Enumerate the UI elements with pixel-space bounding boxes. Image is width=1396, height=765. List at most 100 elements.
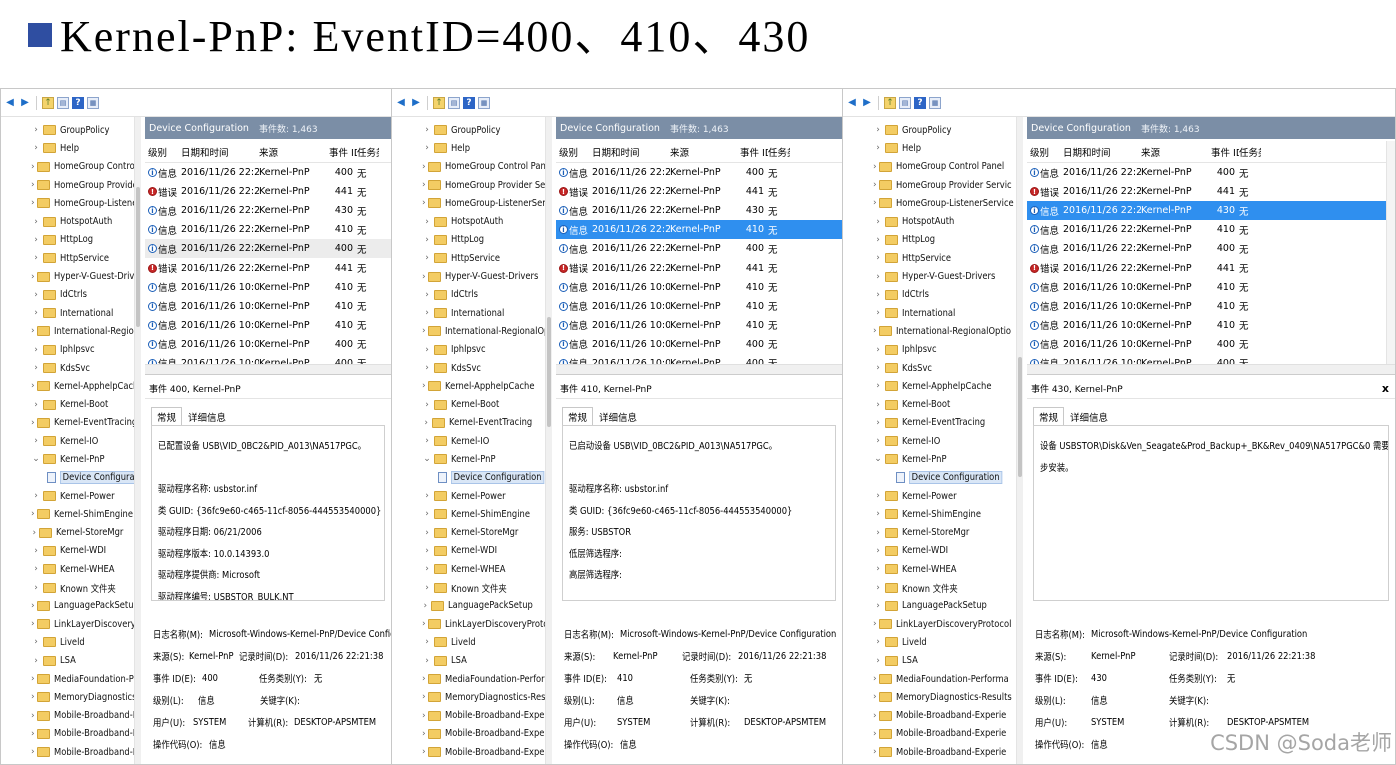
chevron-right-icon[interactable]: › (873, 180, 877, 190)
table-row[interactable]: i信息2016/11/26 10:00:54Kernel-PnP 410 无 (1027, 297, 1395, 316)
table-row[interactable]: !错误2016/11/26 22:21:38Kernel-PnP 441 无 (1027, 182, 1395, 201)
tree-item[interactable]: › Kernel-WHEA (873, 560, 1015, 578)
tree-item[interactable]: › International-RegionalOptio (31, 322, 141, 340)
chevron-right-icon[interactable]: › (31, 400, 41, 410)
tree-item[interactable]: › Kernel-Power (873, 487, 1015, 505)
table-row[interactable]: i信息2016/11/26 10:00:54Kernel-PnP 410 无 (145, 278, 391, 297)
tree-item[interactable]: › Kernel-WHEA (422, 560, 544, 578)
chevron-right-icon[interactable]: › (422, 637, 432, 647)
chevron-right-icon[interactable]: › (31, 235, 41, 245)
table-row[interactable]: i信息2016/11/26 10:00:54Kernel-PnP 410 无 (556, 278, 842, 297)
tree-item[interactable]: › MediaFoundation-Performa (422, 670, 552, 688)
chevron-right-icon[interactable]: › (31, 546, 41, 556)
table-row[interactable]: i信息2016/11/26 22:21:38Kernel-PnP 400 无 (1027, 239, 1395, 258)
chevron-right-icon[interactable]: › (422, 546, 432, 556)
table-row[interactable]: i信息2016/11/26 22:21:38Kernel-PnP 430 无 (556, 201, 842, 220)
tree-item[interactable]: › Mobile-Broadband-Experie (422, 725, 552, 743)
chevron-right-icon[interactable]: › (873, 747, 877, 757)
column-date-time[interactable]: 日期和时间 (181, 145, 259, 159)
chevron-down-icon[interactable]: ⌄ (873, 454, 883, 464)
chevron-right-icon[interactable]: › (873, 125, 883, 135)
tree-item[interactable]: › Kernel-StoreMgr (873, 524, 1015, 542)
tab-details[interactable]: 详细信息 (1064, 407, 1114, 425)
chevron-right-icon[interactable]: › (873, 198, 877, 208)
chevron-right-icon[interactable]: › (31, 637, 41, 647)
tree-item[interactable]: › Kernel-EventTracing (31, 414, 137, 432)
tree-item[interactable]: › HttpService (422, 249, 544, 267)
table-row[interactable]: i信息2016/11/26 22:21:38Kernel-PnP 430 无 (1027, 201, 1395, 221)
tree-scrollbar-thumb[interactable] (136, 187, 140, 327)
tree-item[interactable]: › Liveld (873, 633, 1015, 651)
tree-item[interactable]: › HomeGroup-ListenerService (873, 194, 1015, 212)
chevron-right-icon[interactable]: › (873, 583, 883, 593)
chevron-right-icon[interactable]: › (873, 546, 883, 556)
column-level[interactable]: 级别 (145, 145, 181, 159)
chevron-right-icon[interactable]: › (873, 637, 883, 647)
tab-general[interactable]: 常规 (151, 407, 183, 425)
column-source[interactable]: 来源 (259, 145, 329, 159)
tree-item[interactable]: › Help (873, 139, 1015, 157)
chevron-right-icon[interactable]: › (873, 564, 883, 574)
tree-item[interactable]: › HotspotAuth (873, 212, 1015, 230)
chevron-down-icon[interactable]: ⌄ (422, 454, 432, 464)
tree-item[interactable]: › HotspotAuth (422, 212, 544, 230)
column-level[interactable]: 级别 (1027, 145, 1063, 159)
chevron-right-icon[interactable]: › (31, 656, 41, 666)
column-task-category[interactable]: 任务类别 (1239, 145, 1261, 159)
tree-item[interactable]: › Kernel-StoreMgr (31, 524, 133, 542)
chevron-right-icon[interactable]: › (873, 400, 883, 410)
chevron-right-icon[interactable]: › (422, 272, 426, 282)
tree-item[interactable]: › Kernel-EventTracing (422, 414, 544, 432)
table-row[interactable]: !错误2016/11/26 22:21:38Kernel-PnP 441 无 (145, 258, 391, 277)
tree-item[interactable]: › Kernel-EventTracing (873, 414, 1015, 432)
chevron-right-icon[interactable]: › (873, 601, 883, 611)
table-row[interactable]: i信息2016/11/26 22:21:38Kernel-PnP 400 无 (556, 239, 842, 258)
chevron-right-icon[interactable]: › (31, 583, 41, 593)
chevron-right-icon[interactable]: › (422, 711, 426, 721)
tree-item[interactable]: › Mobile-Broadband-Experie (873, 725, 1015, 743)
chevron-right-icon[interactable]: › (873, 418, 883, 428)
tree-item[interactable]: › International (31, 304, 133, 322)
back-arrow-icon[interactable]: ◀ (846, 97, 858, 109)
tree-item[interactable]: › Kernel-ApphelpCache (873, 377, 1015, 395)
chevron-right-icon[interactable]: › (873, 509, 883, 519)
view-icon[interactable]: ▦ (929, 96, 941, 109)
tree-item[interactable]: › HomeGroup Provider Servic (873, 176, 1015, 194)
tree-item[interactable]: › HomeGroup Provider Servic (422, 176, 552, 194)
tree-item[interactable]: › Kernel-Power (31, 487, 133, 505)
table-row[interactable]: i信息2016/11/26 22:21:38Kernel-PnP 400 无 (1027, 163, 1395, 182)
chevron-right-icon[interactable]: › (422, 290, 432, 300)
tree-item[interactable]: › Liveld (422, 633, 544, 651)
chevron-right-icon[interactable]: › (31, 290, 41, 300)
chevron-right-icon[interactable]: › (31, 601, 35, 611)
chevron-right-icon[interactable]: › (31, 326, 35, 336)
tree-item[interactable]: › International-RegionalOptio (422, 322, 552, 340)
tree-scrollbar-thumb[interactable] (547, 317, 551, 427)
chevron-right-icon[interactable]: › (31, 491, 41, 501)
tree-item[interactable]: › LSA (422, 652, 544, 670)
tree-item[interactable]: › Kernel-Boot (873, 395, 1015, 413)
chevron-right-icon[interactable]: › (31, 509, 35, 519)
tree-item[interactable]: › Kernel-IO (422, 432, 544, 450)
table-row[interactable]: !错误2016/11/26 22:21:38Kernel-PnP 441 无 (1027, 258, 1395, 277)
help-icon[interactable]: ? (463, 96, 475, 109)
chevron-right-icon[interactable]: › (31, 308, 41, 318)
tree-item[interactable]: › Kernel-ShimEngine (31, 505, 133, 523)
chevron-right-icon[interactable]: › (422, 564, 432, 574)
tree-item[interactable]: › HomeGroup Control Panel (873, 158, 1015, 176)
table-row[interactable]: i信息2016/11/26 10:00:54Kernel-PnP 400 无 (145, 335, 391, 354)
tree-item[interactable]: › Known 文件夹 (873, 578, 1015, 596)
tree-item[interactable]: › Kernel-Power (422, 487, 544, 505)
table-row[interactable]: i信息2016/11/26 10:00:54Kernel-PnP 410 无 (556, 316, 842, 335)
chevron-right-icon[interactable]: › (422, 363, 432, 373)
tree-item[interactable]: › Mobile-Broadband-Experie (873, 743, 1015, 761)
tree-item[interactable]: › HttpService (873, 249, 1015, 267)
tree-item[interactable]: › KdsSvc (31, 359, 133, 377)
grid-vertical-scrollbar[interactable] (1386, 141, 1395, 364)
table-row[interactable]: i信息2016/11/26 22:21:38Kernel-PnP 400 无 (145, 239, 391, 259)
chevron-right-icon[interactable]: › (873, 729, 877, 739)
chevron-right-icon[interactable]: › (31, 180, 35, 190)
view-icon[interactable]: ▦ (478, 96, 490, 109)
column-source[interactable]: 来源 (1141, 145, 1211, 159)
tree-item[interactable]: › Hyper-V-Guest-Drivers (31, 267, 141, 285)
